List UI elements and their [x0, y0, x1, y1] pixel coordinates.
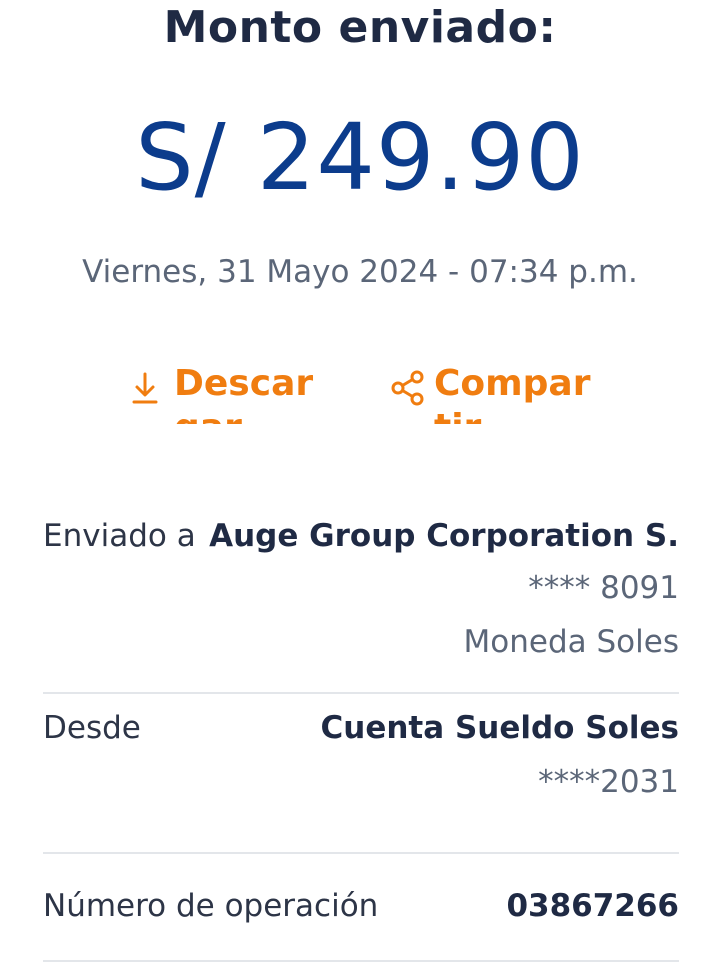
recipient-account: **** 8091 [528, 570, 679, 606]
share-button[interactable]: Compartir [390, 362, 594, 424]
detail-row-from: Desde Cuenta Sueldo Soles ****2031 [43, 694, 679, 854]
transfer-receipt-screen: Monto enviado: S/ 249.90 Viernes, 31 May… [0, 0, 720, 970]
transfer-details: Enviado a Auge Group Corporation S. ****… [43, 512, 679, 962]
action-bar: Descargar Compartir [0, 362, 720, 424]
source-account-name: Cuenta Sueldo Soles [320, 710, 680, 746]
sent-to-label: Enviado a [43, 518, 196, 554]
download-button[interactable]: Descargar [130, 362, 334, 424]
download-icon [130, 368, 160, 408]
share-icon [390, 368, 424, 408]
detail-row-sent-to: Enviado a Auge Group Corporation S. ****… [43, 512, 679, 694]
from-label: Desde [43, 710, 141, 746]
recipient-currency: Moneda Soles [463, 624, 679, 660]
transaction-datetime: Viernes, 31 Mayo 2024 - 07:34 p.m. [82, 254, 638, 290]
operation-number: 03867266 [506, 888, 679, 924]
recipient-name: Auge Group Corporation S. [209, 518, 679, 554]
operation-number-label: Número de operación [43, 888, 379, 924]
source-account-number: ****2031 [538, 764, 679, 800]
share-label: Compartir [434, 363, 591, 424]
amount-sent: S/ 249.90 [135, 104, 585, 211]
download-label: Descargar [174, 363, 314, 424]
page-title: Monto enviado: [163, 2, 557, 53]
detail-row-operation: Número de operación 03867266 [43, 854, 679, 962]
